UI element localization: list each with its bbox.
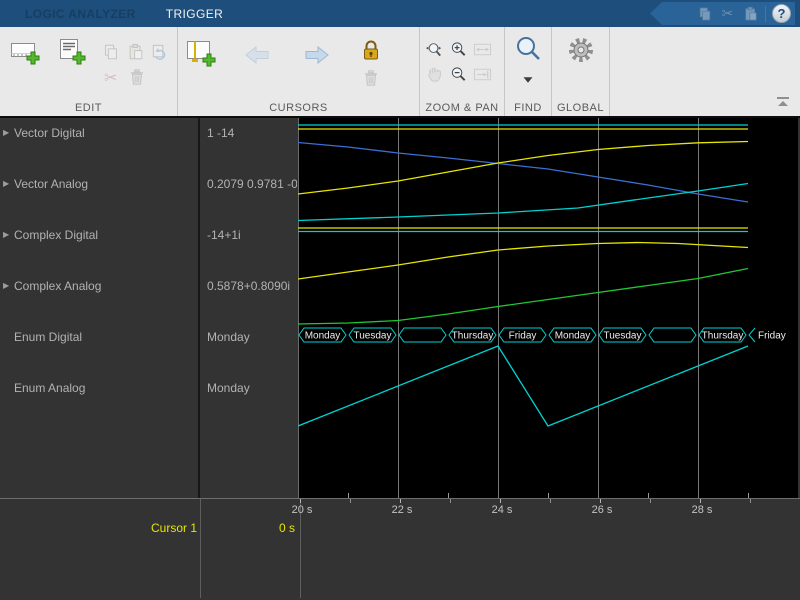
section-zoom-pan: ZOOM & PAN: [420, 27, 505, 116]
section-label-find: FIND: [514, 102, 542, 114]
signal-name: Vector Analog: [14, 177, 89, 191]
signal-name: Complex Analog: [14, 279, 102, 293]
axis-tick-minor: [650, 499, 651, 503]
svg-text:Friday: Friday: [509, 331, 537, 342]
section-label-global: GLOBAL: [556, 102, 605, 114]
svg-text:Tuesday: Tuesday: [604, 331, 642, 342]
logic-analyzer-window: LOGIC ANALYZER TRIGGER ✂ ? ✂ EDIT CURSOR…: [0, 0, 800, 600]
tab-logic-analyzer[interactable]: LOGIC ANALYZER: [25, 7, 136, 21]
axis-tick-label: 24 s: [491, 504, 513, 516]
axis-tick-major: [700, 499, 701, 503]
axis-tick-minor: [750, 499, 751, 503]
svg-text:Friday: Friday: [758, 331, 786, 342]
signal-value: -14+1i: [207, 228, 241, 242]
add-wave-button[interactable]: [10, 39, 40, 65]
paste-icon[interactable]: [742, 5, 759, 22]
axis-and-cursor-panel: 20 s 22 s 24 s 26 s 28 s Cursor 1 0 s: [0, 498, 800, 598]
svg-text:Monday: Monday: [305, 331, 341, 342]
section-global: GLOBAL: [552, 27, 610, 116]
axis-tick-label: 26 s: [591, 504, 613, 516]
signal-value: 0.2079 0.9781 -0: [207, 177, 297, 191]
signal-value: 0.5878+0.8090i: [207, 279, 291, 293]
section-find: FIND: [505, 27, 552, 116]
signal-name: Enum Analog: [14, 381, 86, 395]
svg-text:Thursday: Thursday: [702, 331, 744, 342]
find-dropdown-caret[interactable]: [523, 70, 533, 88]
expander-icon[interactable]: ▶: [3, 227, 14, 243]
svg-text:Tuesday: Tuesday: [354, 331, 392, 342]
lock-cursor-button[interactable]: [360, 39, 382, 63]
toolstrip-spacer: [610, 27, 800, 116]
axis-tick-major: [500, 499, 501, 503]
restore-button[interactable]: [150, 43, 169, 62]
expander-icon[interactable]: ▶: [3, 125, 14, 141]
axis-tick-label: 22 s: [391, 504, 413, 516]
axis-tick-minor: [350, 499, 351, 503]
find-button[interactable]: [514, 35, 544, 65]
column-divider[interactable]: [200, 499, 201, 598]
signal-names-column: ▶ Vector Digital ▶ Vector Analog ▶ Complex …: [0, 118, 200, 498]
help-button[interactable]: ?: [772, 4, 791, 23]
axis-tick-major: [300, 499, 301, 503]
zoom-around-cursor-button[interactable]: [473, 65, 492, 84]
fit-to-view-button[interactable]: [473, 40, 492, 59]
waveform-canvas[interactable]: Monday Tuesday Thursday Friday Monday Tuesday…: [298, 118, 798, 498]
section-cursors: CURSORS: [178, 27, 420, 116]
expander-icon[interactable]: ▶: [3, 278, 14, 294]
delete-cursor-button[interactable]: [362, 69, 380, 87]
zoom-out-button[interactable]: [449, 65, 468, 84]
section-label-zoom-pan: ZOOM & PAN: [425, 102, 499, 114]
signal-row[interactable]: ▶ Complex Digital: [3, 227, 98, 243]
waveform-plot-area[interactable]: Monday Tuesday Thursday Friday Monday Tuesday…: [298, 118, 798, 498]
signal-value: Monday: [207, 381, 250, 395]
axis-tick-minor: [450, 499, 451, 503]
pan-button[interactable]: [425, 65, 444, 84]
section-label-cursors: CURSORS: [269, 102, 328, 114]
signal-row[interactable]: ▶ Complex Analog: [3, 278, 101, 294]
separator: [765, 5, 766, 22]
settings-gear-icon[interactable]: [567, 36, 595, 64]
collapse-ribbon-icon[interactable]: [776, 94, 790, 112]
signal-row[interactable]: ▶ Vector Digital: [3, 125, 85, 141]
quick-access-toolbar: ✂ ?: [650, 2, 795, 25]
previous-transition-button[interactable]: [244, 44, 270, 66]
signal-row[interactable]: ▶Enum Analog: [3, 380, 85, 396]
paste-button[interactable]: [127, 43, 145, 61]
signal-name: Vector Digital: [14, 126, 85, 140]
tab-trigger[interactable]: TRIGGER: [166, 7, 223, 21]
copy-button[interactable]: [102, 43, 120, 61]
signal-value: 1 -14: [207, 126, 235, 140]
toolstrip: ✂ EDIT CURSORS ZOOM & PAN FIND GLOBAL: [0, 27, 800, 118]
svg-text:Monday: Monday: [555, 331, 591, 342]
cut-icon[interactable]: ✂: [719, 5, 736, 22]
cut-button[interactable]: ✂: [104, 68, 117, 88]
cursor-time-value[interactable]: 0 s: [205, 521, 295, 535]
section-label-edit: EDIT: [74, 102, 103, 114]
signal-value: Monday: [207, 330, 250, 344]
expander-icon[interactable]: ▶: [3, 176, 14, 192]
delete-button[interactable]: [128, 68, 146, 86]
titlebar: LOGIC ANALYZER TRIGGER ✂ ?: [0, 0, 800, 27]
zoom-in-button[interactable]: [449, 40, 468, 59]
axis-tick-minor: [550, 499, 551, 503]
svg-text:Thursday: Thursday: [452, 331, 494, 342]
axis-tick-label: 20 s: [291, 504, 313, 516]
add-cursor-button[interactable]: [186, 39, 216, 67]
copy-icon[interactable]: [696, 5, 713, 22]
signal-row[interactable]: ▶Enum Digital: [3, 329, 82, 345]
signal-values-column: 1 -14 0.2079 0.9781 -0 -14+1i 0.5878+0.8…: [200, 118, 298, 498]
signal-name: Enum Digital: [14, 330, 83, 344]
section-edit: ✂ EDIT: [0, 27, 178, 116]
zoom-time-button[interactable]: [425, 40, 444, 59]
add-divider-button[interactable]: [58, 38, 86, 65]
axis-tick-major: [600, 499, 601, 503]
axis-tick-label: 28 s: [691, 504, 713, 516]
next-transition-button[interactable]: [304, 44, 330, 66]
cursor-label[interactable]: Cursor 1: [0, 521, 197, 535]
axis-tick-major: [400, 499, 401, 503]
signal-row[interactable]: ▶ Vector Analog: [3, 176, 88, 192]
signal-name: Complex Digital: [14, 228, 99, 242]
display-area: ▶ Vector Digital ▶ Vector Analog ▶ Complex …: [0, 118, 800, 498]
